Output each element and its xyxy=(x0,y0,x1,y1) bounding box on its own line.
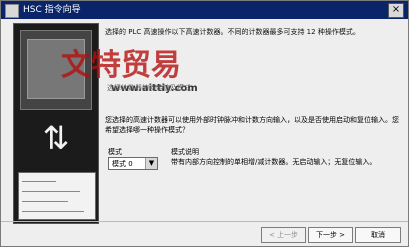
bottom-separator xyxy=(1,221,408,222)
chevron-down-icon[interactable]: ▼ xyxy=(145,158,157,169)
mode-value: 模式 0 xyxy=(112,160,133,168)
title-bar: HSC 指令向导 × xyxy=(1,1,408,19)
mode-explanation-label: 模式说明 xyxy=(171,148,199,156)
diagram-line xyxy=(22,181,56,182)
window-title: HSC 指令向导 xyxy=(23,5,81,15)
diagram-line xyxy=(22,191,80,192)
close-button[interactable]: × xyxy=(388,3,404,18)
prev-button[interactable]: < 上一步 xyxy=(261,227,306,243)
intro-text: 选择的 PLC 高速操作以下高速计数器。不同的计数器最多可支持 12 种操作模式… xyxy=(105,28,360,36)
wizard-content: ⇅ 选择的 PLC 高速操作以下高速计数器。不同的计数器最多可支持 12 种操作… xyxy=(1,19,408,246)
mode-label: 模式 xyxy=(108,148,122,156)
next-button[interactable]: 下一步 > xyxy=(308,227,353,243)
description-text: 您选择的高速计数器可以使用外部时钟脉冲和计数方向输入，以及是否使用启动和复位输入… xyxy=(105,116,399,134)
section-title: 选择计数器的初始值及模式 xyxy=(107,84,191,92)
diagram-line xyxy=(22,211,84,212)
mode-explanation-text: 带有内部方向控制的单相增/减计数器。无启动输入；无复位输入。 xyxy=(171,158,377,166)
app-icon xyxy=(5,4,19,18)
hsc-wizard-window: HSC 指令向导 × ⇅ 选择的 PLC 高速操作以下高速计数器。不同的计数器最… xyxy=(0,0,409,247)
cancel-button[interactable]: 取消 xyxy=(355,227,401,243)
diagram-line xyxy=(22,201,68,202)
ladder-diagram xyxy=(18,172,96,220)
up-down-arrow-icon: ⇅ xyxy=(42,119,70,157)
mode-select[interactable]: 模式 0 ▼ xyxy=(108,157,158,170)
